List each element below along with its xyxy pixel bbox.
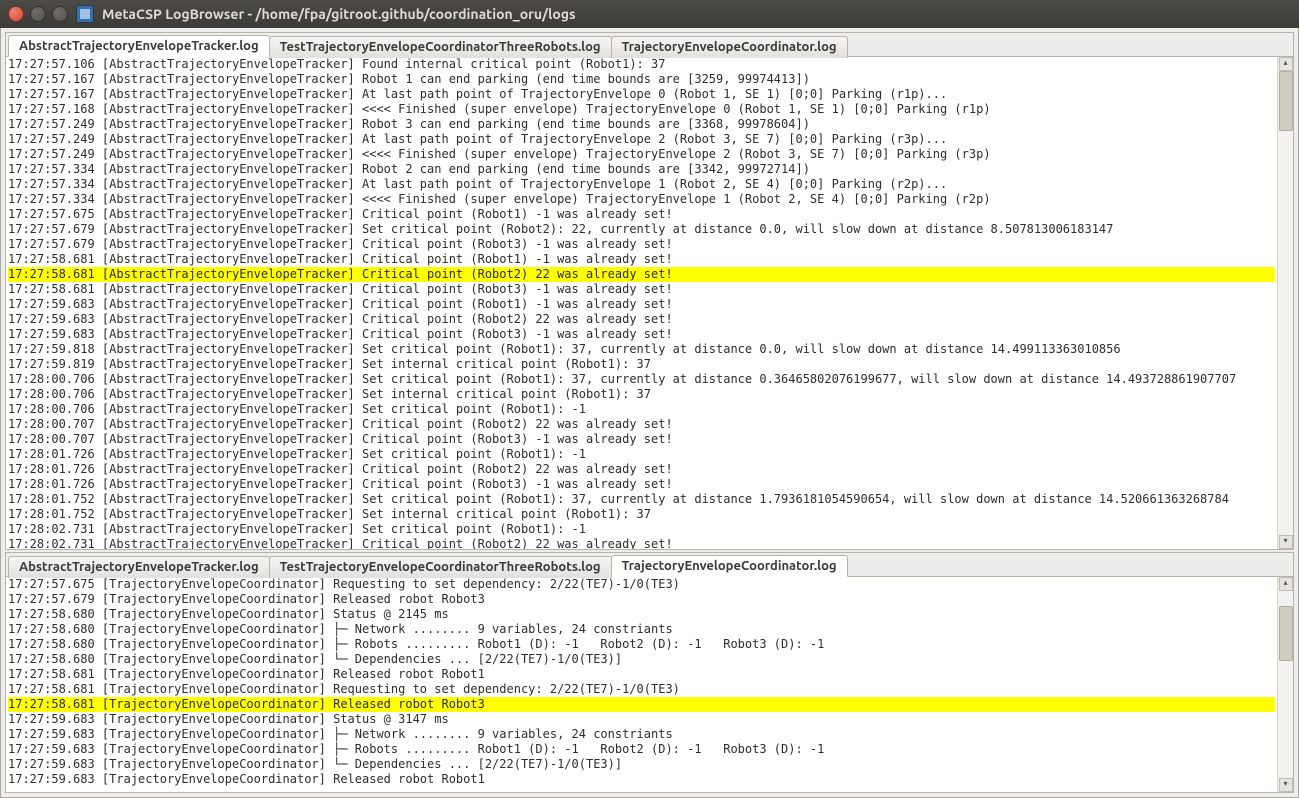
log-line[interactable]: 17:27:57.334 [AbstractTrajectoryEnvelope… (8, 192, 1275, 207)
scroll-down-button[interactable]: ▾ (1279, 778, 1293, 792)
log-line[interactable]: 17:27:58.681 [TrajectoryEnvelopeCoordina… (8, 697, 1275, 712)
log-line[interactable]: 17:27:57.334 [AbstractTrajectoryEnvelope… (8, 177, 1275, 192)
top-tabstrip: AbstractTrajectoryEnvelopeTracker.logTes… (6, 33, 1293, 57)
log-line[interactable]: 17:28:00.706 [AbstractTrajectoryEnvelope… (8, 387, 1275, 402)
scroll-track[interactable] (1279, 591, 1293, 778)
log-line[interactable]: 17:27:58.680 [TrajectoryEnvelopeCoordina… (8, 622, 1275, 637)
tab-abstracttrajectoryenvelopetracker-log[interactable]: AbstractTrajectoryEnvelopeTracker.log (8, 35, 270, 57)
top-log-area[interactable]: 17:27:57.106 [AbstractTrajectoryEnvelope… (6, 57, 1277, 549)
log-line[interactable]: 17:28:00.706 [AbstractTrajectoryEnvelope… (8, 402, 1275, 417)
log-line[interactable]: 17:28:01.726 [AbstractTrajectoryEnvelope… (8, 477, 1275, 492)
app-icon (76, 5, 94, 23)
log-line[interactable]: 17:27:57.249 [AbstractTrajectoryEnvelope… (8, 117, 1275, 132)
top-pane: AbstractTrajectoryEnvelopeTracker.logTes… (5, 32, 1294, 550)
log-line[interactable]: 17:27:59.683 [TrajectoryEnvelopeCoordina… (8, 757, 1275, 772)
log-line[interactable]: 17:28:00.706 [AbstractTrajectoryEnvelope… (8, 372, 1275, 387)
tab-abstracttrajectoryenvelopetracker-log[interactable]: AbstractTrajectoryEnvelopeTracker.log (8, 556, 270, 578)
window-minimize-button[interactable] (30, 6, 46, 22)
scroll-thumb[interactable] (1279, 606, 1293, 661)
window-close-button[interactable] (8, 6, 24, 22)
log-line[interactable]: 17:28:01.752 [AbstractTrajectoryEnvelope… (8, 492, 1275, 507)
window-title: MetaCSP LogBrowser - /home/fpa/gitroot.g… (102, 6, 576, 22)
bottom-tabstrip: AbstractTrajectoryEnvelopeTracker.logTes… (6, 553, 1293, 577)
log-line[interactable]: 17:28:01.752 [AbstractTrajectoryEnvelope… (8, 507, 1275, 522)
log-line[interactable]: 17:28:00.707 [AbstractTrajectoryEnvelope… (8, 432, 1275, 447)
bottom-log-area[interactable]: 17:27:57.675 [TrajectoryEnvelopeCoordina… (6, 577, 1277, 792)
log-line[interactable]: 17:28:01.726 [AbstractTrajectoryEnvelope… (8, 462, 1275, 477)
log-line[interactable]: 17:27:58.680 [TrajectoryEnvelopeCoordina… (8, 607, 1275, 622)
log-line[interactable]: 17:27:58.680 [TrajectoryEnvelopeCoordina… (8, 637, 1275, 652)
log-line[interactable]: 17:28:02.731 [AbstractTrajectoryEnvelope… (8, 537, 1275, 549)
log-line[interactable]: 17:27:59.683 [AbstractTrajectoryEnvelope… (8, 327, 1275, 342)
bottom-pane: AbstractTrajectoryEnvelopeTracker.logTes… (5, 552, 1294, 793)
log-line[interactable]: 17:28:01.726 [AbstractTrajectoryEnvelope… (8, 447, 1275, 462)
window-controls (8, 6, 68, 22)
log-line[interactable]: 17:27:58.680 [TrajectoryEnvelopeCoordina… (8, 652, 1275, 667)
tab-testtrajectoryenvelopecoordinatorthreerobots-log[interactable]: TestTrajectoryEnvelopeCoordinatorThreeRo… (269, 36, 612, 58)
scroll-track[interactable] (1279, 71, 1293, 535)
top-log-wrap: 17:27:57.106 [AbstractTrajectoryEnvelope… (6, 57, 1293, 549)
log-line[interactable]: 17:27:59.683 [TrajectoryEnvelopeCoordina… (8, 742, 1275, 757)
log-line[interactable]: 17:27:59.819 [AbstractTrajectoryEnvelope… (8, 357, 1275, 372)
log-line[interactable]: 17:27:57.679 [TrajectoryEnvelopeCoordina… (8, 592, 1275, 607)
log-line[interactable]: 17:27:58.681 [AbstractTrajectoryEnvelope… (8, 282, 1275, 297)
log-line[interactable]: 17:27:59.683 [TrajectoryEnvelopeCoordina… (8, 712, 1275, 727)
log-line[interactable]: 17:27:57.167 [AbstractTrajectoryEnvelope… (8, 72, 1275, 87)
log-line[interactable]: 17:27:58.681 [TrajectoryEnvelopeCoordina… (8, 682, 1275, 697)
log-line[interactable]: 17:27:57.249 [AbstractTrajectoryEnvelope… (8, 147, 1275, 162)
log-line[interactable]: 17:27:57.106 [AbstractTrajectoryEnvelope… (8, 57, 1275, 72)
tab-trajectoryenvelopecoordinator-log[interactable]: TrajectoryEnvelopeCoordinator.log (611, 36, 848, 58)
log-line[interactable]: 17:27:57.168 [AbstractTrajectoryEnvelope… (8, 102, 1275, 117)
tab-testtrajectoryenvelopecoordinatorthreerobots-log[interactable]: TestTrajectoryEnvelopeCoordinatorThreeRo… (269, 556, 612, 578)
window-maximize-button[interactable] (52, 6, 68, 22)
bottom-log-wrap: 17:27:57.675 [TrajectoryEnvelopeCoordina… (6, 577, 1293, 792)
log-line[interactable]: 17:27:57.249 [AbstractTrajectoryEnvelope… (8, 132, 1275, 147)
top-scrollbar[interactable]: ▴ ▾ (1277, 57, 1293, 549)
log-line[interactable]: 17:27:57.679 [AbstractTrajectoryEnvelope… (8, 237, 1275, 252)
scroll-thumb[interactable] (1279, 71, 1293, 131)
log-line[interactable]: 17:27:58.681 [AbstractTrajectoryEnvelope… (8, 267, 1275, 282)
tab-trajectoryenvelopecoordinator-log[interactable]: TrajectoryEnvelopeCoordinator.log (611, 555, 848, 577)
log-line[interactable]: 17:27:57.167 [AbstractTrajectoryEnvelope… (8, 87, 1275, 102)
log-line[interactable]: 17:27:59.818 [AbstractTrajectoryEnvelope… (8, 342, 1275, 357)
scroll-up-button[interactable]: ▴ (1279, 577, 1293, 591)
log-line[interactable]: 17:27:59.683 [AbstractTrajectoryEnvelope… (8, 297, 1275, 312)
log-line[interactable]: 17:27:57.675 [TrajectoryEnvelopeCoordina… (8, 577, 1275, 592)
log-line[interactable]: 17:28:02.731 [AbstractTrajectoryEnvelope… (8, 522, 1275, 537)
log-line[interactable]: 17:27:59.683 [AbstractTrajectoryEnvelope… (8, 312, 1275, 327)
log-line[interactable]: 17:27:57.334 [AbstractTrajectoryEnvelope… (8, 162, 1275, 177)
log-line[interactable]: 17:27:59.683 [TrajectoryEnvelopeCoordina… (8, 772, 1275, 787)
window-titlebar: MetaCSP LogBrowser - /home/fpa/gitroot.g… (0, 0, 1299, 28)
log-line[interactable]: 17:27:58.681 [AbstractTrajectoryEnvelope… (8, 252, 1275, 267)
scroll-down-button[interactable]: ▾ (1279, 535, 1293, 549)
scroll-up-button[interactable]: ▴ (1279, 57, 1293, 71)
log-line[interactable]: 17:27:59.683 [TrajectoryEnvelopeCoordina… (8, 727, 1275, 742)
log-line[interactable]: 17:27:57.679 [AbstractTrajectoryEnvelope… (8, 222, 1275, 237)
bottom-scrollbar[interactable]: ▴ ▾ (1277, 577, 1293, 792)
log-line[interactable]: 17:27:58.681 [TrajectoryEnvelopeCoordina… (8, 667, 1275, 682)
log-line[interactable]: 17:28:00.707 [AbstractTrajectoryEnvelope… (8, 417, 1275, 432)
log-line[interactable]: 17:27:57.675 [AbstractTrajectoryEnvelope… (8, 207, 1275, 222)
content-area: AbstractTrajectoryEnvelopeTracker.logTes… (0, 28, 1299, 798)
